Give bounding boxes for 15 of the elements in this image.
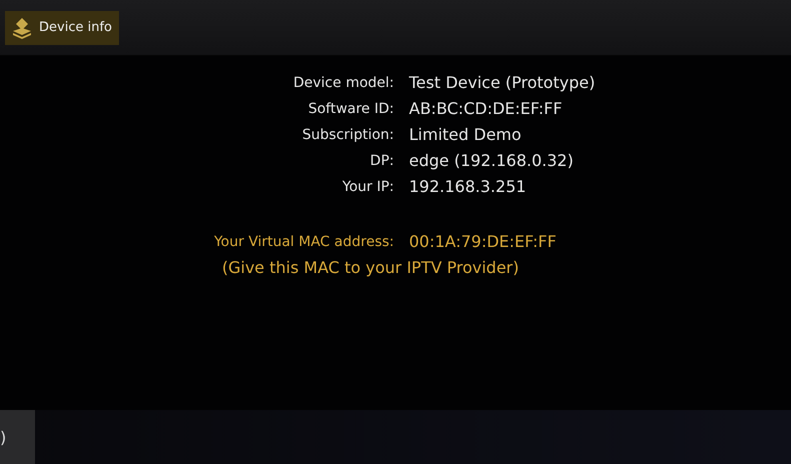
mac-label: Your Virtual MAC address: (214, 234, 394, 250)
info-value: AB:BC:CD:DE:EF:FF (409, 99, 564, 118)
device-info-tab[interactable]: Device info (5, 10, 119, 44)
info-value: 192.168.3.251 (409, 177, 528, 196)
back-button[interactable]: ) (0, 410, 35, 464)
info-label: Your IP: (342, 178, 394, 194)
info-value: Limited Demo (409, 125, 522, 144)
info-label: DP: (370, 152, 394, 168)
mac-note: (Give this MAC to your IPTV Provider) (222, 258, 519, 277)
info-label: Subscription: (302, 126, 394, 142)
mac-value: 00:1A:79:DE:EF:FF (409, 232, 558, 251)
info-value: Test Device (Prototype) (409, 73, 596, 92)
info-label: Software ID: (308, 100, 394, 116)
info-value: edge (192.168.0.32) (409, 151, 574, 170)
info-label: Device model: (293, 74, 394, 90)
